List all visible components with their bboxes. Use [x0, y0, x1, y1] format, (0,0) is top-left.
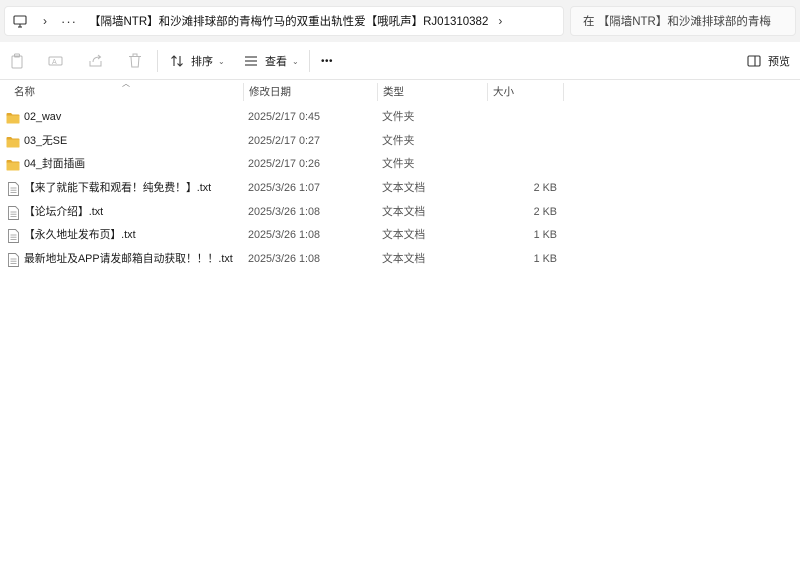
file-date: 2025/3/26 1:08 — [248, 253, 321, 266]
column-divider[interactable] — [563, 83, 564, 101]
file-type: 文本文档 — [382, 229, 426, 242]
file-name-cell: 02_wav — [6, 106, 61, 130]
file-name: 【论坛介绍】.txt — [24, 205, 104, 218]
chevron-right-icon[interactable]: › — [494, 14, 502, 28]
view-icon — [245, 56, 257, 66]
column-header-date[interactable]: 修改日期 — [243, 81, 376, 103]
file-date: 2025/3/26 1:08 — [248, 229, 321, 242]
file-date: 2025/2/17 0:26 — [248, 158, 321, 171]
delete-icon[interactable] — [126, 52, 144, 70]
file-row[interactable]: 04_封面插画 2025/2/17 0:26 文件夹 — [0, 153, 800, 177]
rename-icon[interactable]: A — [47, 52, 65, 70]
breadcrumb-overflow-button[interactable]: ··· — [55, 14, 83, 29]
sort-button[interactable]: 排序 ⌄ — [170, 50, 225, 72]
file-list: 02_wav 2025/2/17 0:45 文件夹 03_无SE 2025/2/… — [0, 106, 800, 272]
preview-pane-button[interactable]: 预览 — [747, 50, 790, 72]
file-name-cell: 【永久地址发布页】.txt — [6, 224, 136, 248]
file-size: 2 KB — [533, 182, 557, 195]
paste-icon[interactable] — [8, 52, 26, 70]
file-name: 【来了就能下载和观看！纯免费！】.txt — [24, 182, 212, 195]
text-file-icon — [6, 181, 20, 196]
chevron-down-icon: ⌄ — [218, 56, 225, 66]
sort-icon — [171, 55, 183, 67]
file-name: 02_wav — [24, 111, 62, 123]
chevron-down-icon: ⌄ — [292, 56, 299, 66]
folder-icon — [6, 158, 20, 172]
search-placeholder: 在 【隔墙NTR】和沙滩排球部的青梅 — [583, 16, 771, 28]
folder-icon — [6, 135, 20, 149]
column-header-name[interactable]: 名称 — [8, 81, 242, 103]
toolbar-divider — [309, 50, 310, 72]
file-size — [493, 153, 557, 177]
address-bar[interactable]: › ··· 【隔墙NTR】和沙滩排球部的青梅竹马的双重出轨性爱【哦吼声】RJ01… — [4, 6, 564, 36]
file-type: 文本文档 — [382, 205, 426, 218]
file-date: 2025/3/26 1:07 — [248, 182, 321, 195]
file-name: 03_无SE — [24, 134, 68, 147]
folder-icon — [6, 111, 20, 125]
file-row[interactable]: 02_wav 2025/2/17 0:45 文件夹 — [0, 106, 800, 130]
file-size — [493, 106, 557, 130]
file-name-cell: 03_无SE — [6, 130, 67, 154]
view-label: 查看 — [265, 56, 287, 68]
text-file-icon — [6, 229, 20, 244]
file-row[interactable]: 【论坛介绍】.txt 2025/3/26 1:08 文本文档 2 KB — [0, 201, 800, 225]
file-row[interactable]: 03_无SE 2025/2/17 0:27 文件夹 — [0, 130, 800, 154]
share-icon[interactable] — [87, 52, 105, 70]
breadcrumb-current-folder[interactable]: 【隔墙NTR】和沙滩排球部的青梅竹马的双重出轨性爱【哦吼声】RJ01310382 — [83, 13, 494, 29]
chevron-right-icon[interactable]: › — [35, 14, 55, 28]
file-name-cell: 04_封面插画 — [6, 153, 85, 177]
file-size: 1 KB — [533, 229, 557, 242]
file-date: 2025/2/17 0:27 — [248, 134, 321, 147]
preview-label: 预览 — [768, 56, 790, 68]
svg-text:A: A — [52, 59, 57, 66]
more-options-button[interactable]: ••• — [321, 50, 333, 72]
text-file-icon — [6, 253, 20, 267]
file-row[interactable]: 【永久地址发布页】.txt 2025/3/26 1:08 文本文档 1 KB — [0, 224, 800, 248]
file-row[interactable]: 【来了就能下载和观看！纯免费！】.txt 2025/3/26 1:07 文本文档… — [0, 177, 800, 201]
file-name: 最新地址及APP请发邮箱自动获取！！！.txt — [24, 253, 233, 266]
file-size: 1 KB — [533, 253, 557, 266]
sort-label: 排序 — [191, 56, 213, 68]
toolbar-divider — [157, 50, 158, 72]
column-header-row: ︿ 名称 修改日期 类型 大小 — [0, 79, 800, 103]
file-size: 2 KB — [533, 205, 557, 218]
file-date: 2025/3/26 1:08 — [248, 205, 321, 218]
file-date: 2025/2/17 0:45 — [248, 111, 321, 123]
file-name: 04_封面插画 — [24, 158, 86, 171]
search-input[interactable]: 在 【隔墙NTR】和沙滩排球部的青梅 — [570, 6, 796, 36]
file-type: 文本文档 — [382, 182, 426, 195]
file-type: 文本文档 — [382, 253, 426, 266]
view-button[interactable]: 查看 ⌄ — [244, 50, 299, 72]
file-name-cell: 【来了就能下载和观看！纯免费！】.txt — [6, 177, 211, 201]
file-name: 【永久地址发布页】.txt — [24, 229, 136, 242]
file-name-cell: 【论坛介绍】.txt — [6, 201, 103, 225]
file-type: 文件夹 — [382, 134, 415, 147]
this-pc-icon[interactable] — [5, 7, 35, 35]
file-name-cell: 最新地址及APP请发邮箱自动获取！！！.txt — [6, 248, 233, 272]
file-type: 文件夹 — [382, 111, 415, 123]
text-file-icon — [6, 205, 20, 220]
file-row[interactable]: 最新地址及APP请发邮箱自动获取！！！.txt 2025/3/26 1:08 文… — [0, 248, 800, 272]
command-bar: A 排序 ⌄ 查看 ⌄ ••• 预览 — [0, 42, 800, 80]
address-bar-row: › ··· 【隔墙NTR】和沙滩排球部的青梅竹马的双重出轨性爱【哦吼声】RJ01… — [0, 0, 800, 42]
column-header-size[interactable]: 大小 — [487, 81, 563, 103]
column-header-type[interactable]: 类型 — [377, 81, 487, 103]
preview-pane-icon — [747, 55, 761, 67]
file-size — [493, 130, 557, 154]
file-type: 文件夹 — [382, 158, 415, 171]
